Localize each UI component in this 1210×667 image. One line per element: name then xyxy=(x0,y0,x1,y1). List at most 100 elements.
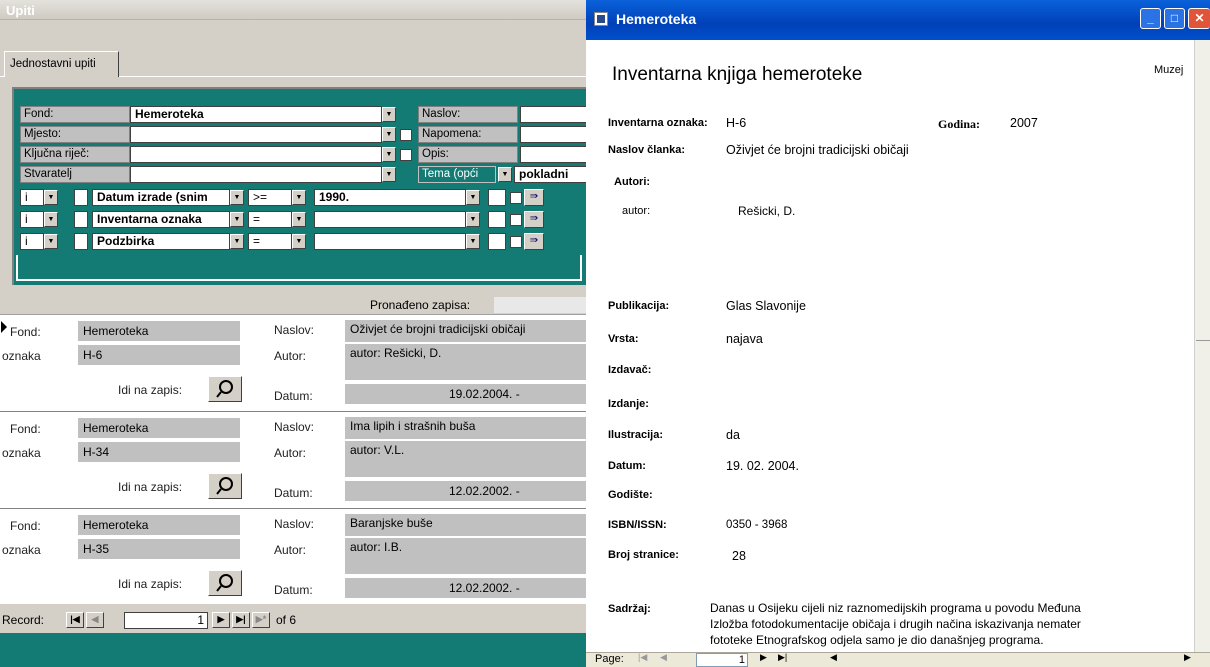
minimize-icon[interactable]: _ xyxy=(1140,8,1161,29)
criteria-2-operator[interactable]: = xyxy=(248,211,292,228)
record-oznaka-value[interactable]: H-35 xyxy=(78,539,240,559)
goto-record-button[interactable] xyxy=(208,570,242,596)
kljucna-rijec-dropdown-icon[interactable]: ▼ xyxy=(382,147,396,162)
criteria-1-value-dropdown-icon[interactable]: ▼ xyxy=(466,190,480,205)
criteria-3-apply-icon[interactable]: ⇛ xyxy=(524,233,544,250)
naslov-input[interactable] xyxy=(520,106,588,123)
criteria-3-field[interactable]: Podzbirka xyxy=(92,233,230,250)
criteria-1-checkbox[interactable] xyxy=(74,189,88,206)
criteria-3-field-dropdown-icon[interactable]: ▼ xyxy=(230,234,244,249)
new-record-icon[interactable]: ▶* xyxy=(252,612,270,628)
report-vertical-scrollbar[interactable] xyxy=(1194,40,1210,652)
scroll-right-icon[interactable]: ▶ xyxy=(1184,652,1191,663)
record-autor-value[interactable]: autor: I.B. xyxy=(345,538,586,574)
criteria-2-value[interactable] xyxy=(314,211,466,228)
criteria-1-logic[interactable]: i xyxy=(20,189,44,206)
close-icon[interactable]: ✕ xyxy=(1188,8,1210,29)
page-number-input[interactable]: 1 xyxy=(696,653,748,667)
opis-input[interactable] xyxy=(520,146,588,163)
criteria-3-operator[interactable]: = xyxy=(248,233,292,250)
mjesto-checkbox[interactable] xyxy=(400,129,412,141)
criteria-1-extra-box[interactable] xyxy=(488,189,506,206)
record-naslov-value[interactable]: Ima lipih i strašnih buša xyxy=(345,417,586,439)
record-fond-value[interactable]: Hemeroteka xyxy=(78,515,240,535)
scroll-left-icon[interactable]: ◀ xyxy=(830,652,837,663)
criteria-1-operator[interactable]: >= xyxy=(248,189,292,206)
next-record-icon[interactable]: ▶ xyxy=(212,612,230,628)
criteria-3-op-dropdown-icon[interactable]: ▼ xyxy=(292,234,306,249)
mjesto-select[interactable] xyxy=(130,126,382,143)
criteria-3-checkbox[interactable] xyxy=(74,233,88,250)
result-record[interactable]: Fond: Hemeroteka oznaka H-34 Idi na zapi… xyxy=(0,412,586,509)
criteria-3-logic[interactable]: i xyxy=(20,233,44,250)
criteria-2-field-dropdown-icon[interactable]: ▼ xyxy=(230,212,244,227)
broj-stranice-value: 28 xyxy=(732,549,746,563)
kljucna-rijec-select[interactable] xyxy=(130,146,382,163)
criteria-2-logic[interactable]: i xyxy=(20,211,44,228)
first-record-icon[interactable]: |◀ xyxy=(66,612,84,628)
criteria-3-negate-checkbox[interactable] xyxy=(510,236,522,248)
result-record[interactable]: Fond: Hemeroteka oznaka H-6 Idi na zapis… xyxy=(0,315,586,412)
publikacija-label: Publikacija: xyxy=(608,300,670,312)
record-oznaka-value[interactable]: H-34 xyxy=(78,442,240,462)
last-page-icon[interactable]: ▶| xyxy=(778,652,787,663)
record-datum-value[interactable]: 19.02.2004. - xyxy=(345,384,586,404)
criteria-3-logic-dropdown-icon[interactable]: ▼ xyxy=(44,234,58,249)
record-autor-value[interactable]: autor: V.L. xyxy=(345,441,586,477)
criteria-3-value-dropdown-icon[interactable]: ▼ xyxy=(466,234,480,249)
kljucna-rijec-checkbox[interactable] xyxy=(400,149,412,161)
criteria-2-apply-icon[interactable]: ⇛ xyxy=(524,211,544,228)
scroll-thumb[interactable] xyxy=(1196,340,1210,341)
criteria-1-apply-icon[interactable]: ⇛ xyxy=(524,189,544,206)
record-fond-value[interactable]: Hemeroteka xyxy=(78,418,240,438)
sadrzaj-line: Izložba fotodokumentacije običaja i drug… xyxy=(710,617,1081,631)
criteria-1-value[interactable]: 1990. xyxy=(314,189,466,206)
criteria-1-logic-dropdown-icon[interactable]: ▼ xyxy=(44,190,58,205)
record-datum-value[interactable]: 12.02.2002. - xyxy=(345,481,586,501)
fond-select[interactable]: Hemeroteka xyxy=(130,106,382,123)
criteria-2-field[interactable]: Inventarna oznaka xyxy=(92,211,230,228)
goto-record-button[interactable] xyxy=(208,376,242,402)
record-autor-value[interactable]: autor: Rešicki, D. xyxy=(345,344,586,380)
criteria-3-extra-box[interactable] xyxy=(488,233,506,250)
tema-dropdown-icon[interactable]: ▼ xyxy=(498,167,512,182)
record-number-input[interactable]: 1 xyxy=(124,612,208,629)
stvaratelj-select[interactable] xyxy=(130,166,382,183)
napomena-input[interactable] xyxy=(520,126,588,143)
result-record[interactable]: Fond: Hemeroteka oznaka H-35 Idi na zapi… xyxy=(0,509,586,606)
criteria-2-extra-box[interactable] xyxy=(488,211,506,228)
criteria-3-value[interactable] xyxy=(314,233,466,250)
prev-page-icon[interactable]: ◀ xyxy=(660,652,667,663)
goto-record-button[interactable] xyxy=(208,473,242,499)
magnifier-icon xyxy=(216,380,233,398)
record-count-label: of 6 xyxy=(276,613,297,627)
record-datum-value[interactable]: 12.02.2002. - xyxy=(345,578,586,598)
record-naslov-value[interactable]: Baranjske buše xyxy=(345,514,586,536)
criteria-2-value-dropdown-icon[interactable]: ▼ xyxy=(466,212,480,227)
magnifier-icon xyxy=(216,574,233,592)
report-window-title: Hemeroteka xyxy=(616,11,697,27)
record-fond-value[interactable]: Hemeroteka xyxy=(78,321,240,341)
tab-simple-queries[interactable]: Jednostavni upiti xyxy=(4,51,119,77)
publikacija-value: Glas Slavonije xyxy=(726,299,806,313)
ilustracija-label: Ilustracija: xyxy=(608,429,664,441)
first-page-icon[interactable]: |◀ xyxy=(638,652,647,663)
record-naslov-value[interactable]: Oživjet će brojni tradicijski običaji xyxy=(345,320,586,342)
criteria-2-checkbox[interactable] xyxy=(74,211,88,228)
criteria-1-op-dropdown-icon[interactable]: ▼ xyxy=(292,190,306,205)
criteria-2-logic-dropdown-icon[interactable]: ▼ xyxy=(44,212,58,227)
criteria-2-op-dropdown-icon[interactable]: ▼ xyxy=(292,212,306,227)
stvaratelj-dropdown-icon[interactable]: ▼ xyxy=(382,167,396,182)
last-record-icon[interactable]: ▶| xyxy=(232,612,250,628)
next-page-icon[interactable]: ▶ xyxy=(760,652,767,663)
pokladni-value[interactable]: pokladni xyxy=(514,166,588,183)
prev-record-icon[interactable]: ◀ xyxy=(86,612,104,628)
criteria-1-negate-checkbox[interactable] xyxy=(510,192,522,204)
record-oznaka-value[interactable]: H-6 xyxy=(78,345,240,365)
criteria-1-field-dropdown-icon[interactable]: ▼ xyxy=(230,190,244,205)
fond-dropdown-icon[interactable]: ▼ xyxy=(382,107,396,122)
criteria-2-negate-checkbox[interactable] xyxy=(510,214,522,226)
criteria-1-field[interactable]: Datum izrade (snim xyxy=(92,189,230,206)
maximize-icon[interactable]: □ xyxy=(1164,8,1185,29)
mjesto-dropdown-icon[interactable]: ▼ xyxy=(382,127,396,142)
